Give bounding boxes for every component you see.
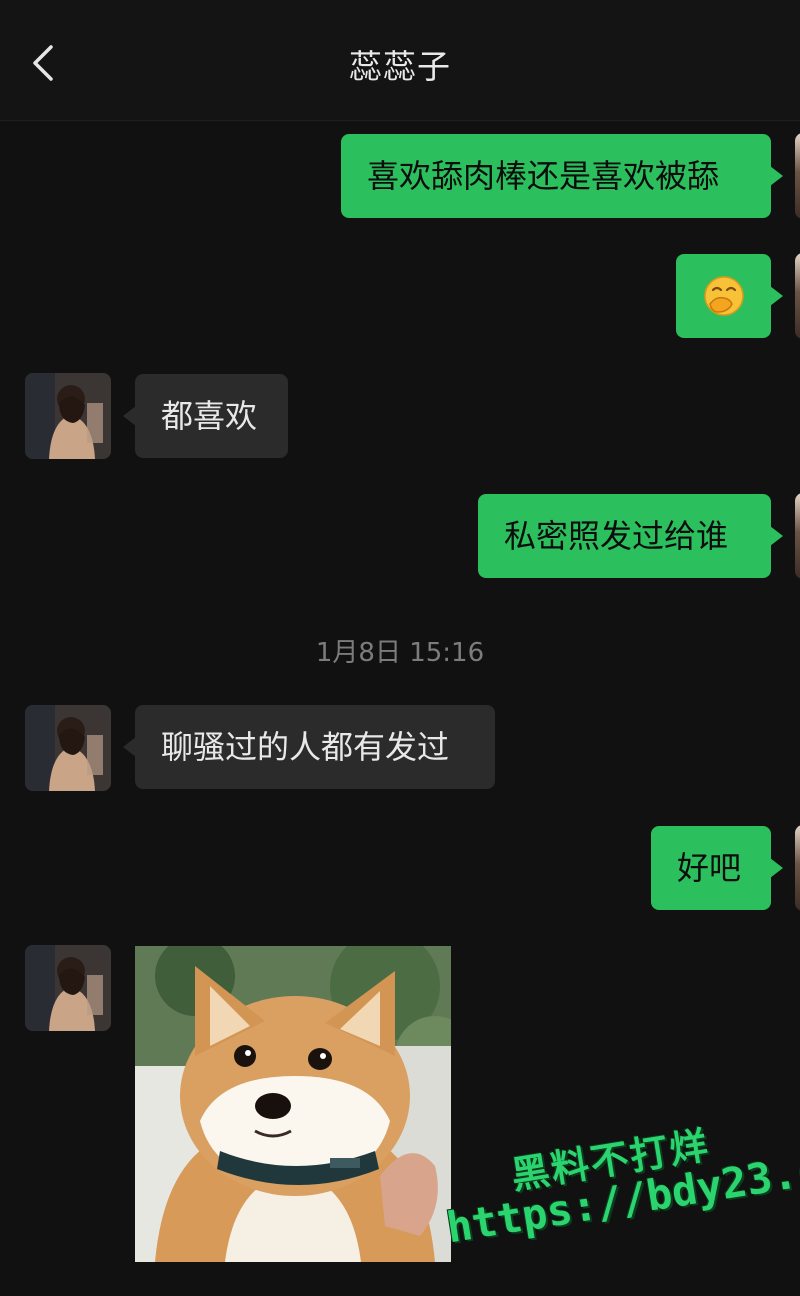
- message-timestamp: 1月8日 15:16: [315, 638, 485, 668]
- message-bubble-outgoing[interactable]: 私密照发过给谁: [478, 494, 783, 578]
- chat-header: 蕊蕊子: [0, 0, 800, 121]
- message-bubble-outgoing[interactable]: 好吧: [651, 826, 783, 910]
- chat-screen: 蕊蕊子 喜欢舔肉棒还是喜欢被舔 都喜欢 私密照发过给谁 1月8日 15:16 聊…: [0, 0, 800, 1296]
- self-avatar[interactable]: [795, 133, 800, 219]
- contact-avatar[interactable]: [25, 705, 111, 791]
- contact-avatar-photo-icon: [25, 945, 111, 1031]
- hand-over-mouth-emoji-icon: [703, 276, 744, 316]
- message-bubble-outgoing-emoji[interactable]: [676, 254, 783, 338]
- self-avatar[interactable]: [795, 825, 800, 911]
- self-avatar[interactable]: [795, 253, 800, 339]
- contact-avatar-photo-icon: [25, 373, 111, 459]
- message-bubble-incoming[interactable]: 都喜欢: [123, 374, 288, 458]
- watermark: 黑料不打烊 https://bdy23.co: [425, 1077, 800, 1278]
- message-bubble-incoming[interactable]: 聊骚过的人都有发过: [123, 705, 495, 789]
- shiba-inu-sticker[interactable]: [135, 946, 451, 1262]
- chat-title: 蕊蕊子: [349, 47, 451, 86]
- message-bubble-outgoing[interactable]: 喜欢舔肉棒还是喜欢被舔: [341, 134, 783, 218]
- contact-avatar[interactable]: [25, 373, 111, 459]
- contact-avatar[interactable]: [25, 945, 111, 1031]
- contact-avatar-photo-icon: [25, 705, 111, 791]
- shiba-dog-icon: [135, 946, 451, 1262]
- self-avatar[interactable]: [795, 493, 800, 579]
